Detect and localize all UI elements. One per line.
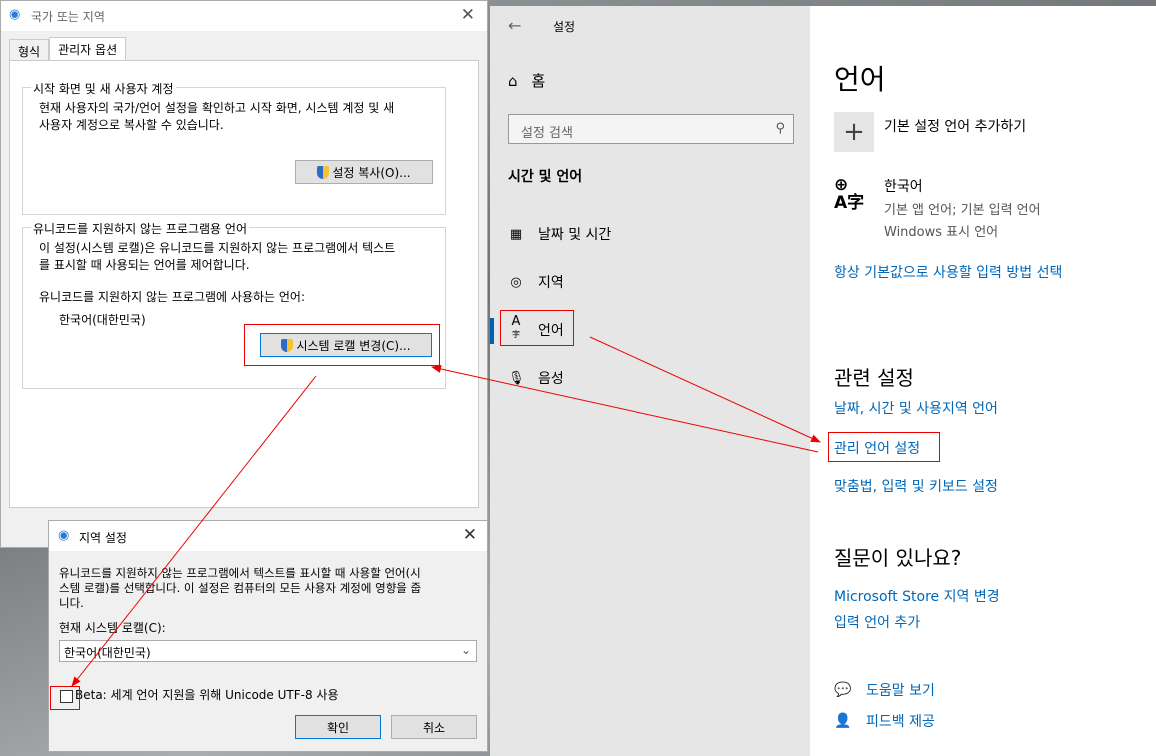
unicode-group-title: 유니코드를 지원하지 않는 프로그램용 언어 — [31, 220, 249, 237]
search-icon: ⚲ — [775, 121, 785, 136]
nav-item-speech[interactable]: 🎙 음성 — [508, 366, 564, 390]
close-icon[interactable]: ✕ — [461, 5, 475, 25]
nav-item-label: 날짜 및 시간 — [538, 227, 612, 243]
current-language-label: 유니코드를 지원하지 않는 프로그램에 사용하는 언어: — [39, 290, 305, 304]
welcome-text: 현재 사용자의 국가/언어 설정을 확인하고 시작 화면, 시스템 계정 및 새 — [39, 101, 395, 115]
annotation-box-admin-language — [828, 432, 940, 462]
annotation-box-beta-checkbox — [50, 686, 80, 710]
get-help-link[interactable]: 💬 도움말 보기 — [834, 680, 935, 700]
feedback-link[interactable]: 👤 피드백 제공 — [834, 711, 935, 731]
region-dialog-title: 국가 또는 지역 — [31, 10, 105, 24]
unicode-text: 이 설정(시스템 로캘)은 유니코드를 지원하지 않는 프로그램에서 텍스트 — [39, 241, 396, 255]
current-locale-value: 한국어(대한민국) — [64, 646, 151, 660]
close-icon[interactable]: ✕ — [463, 525, 477, 545]
nav-home-label: 홈 — [531, 72, 546, 90]
globe-icon: ◉ — [58, 528, 70, 543]
help-icon: 💬 — [834, 682, 852, 698]
current-language-value: 한국어(대한민국) — [59, 313, 146, 327]
related-settings-heading: 관련 설정 — [834, 366, 914, 390]
globe-icon: ◉ — [9, 7, 21, 22]
home-icon: ⌂ — [508, 71, 518, 90]
search-placeholder: 설정 검색 — [521, 126, 573, 141]
welcome-group-title: 시작 화면 및 새 사용자 계정 — [31, 80, 176, 97]
question-heading: 질문이 있나요? — [834, 546, 962, 570]
cancel-button[interactable]: 취소 — [391, 715, 477, 739]
nav-selection-indicator — [490, 318, 494, 344]
chevron-down-icon: ⌄ — [460, 643, 471, 657]
add-input-language-link[interactable]: 입력 언어 추가 — [834, 612, 920, 632]
beta-utf8-label: Beta: 세계 언어 지원을 위해 Unicode UTF-8 사용 — [75, 688, 339, 702]
region-dialog-titlebar: ◉ 국가 또는 지역 ✕ — [1, 1, 487, 31]
welcome-group: 시작 화면 및 새 사용자 계정 현재 사용자의 국가/언어 설정을 확인하고 … — [22, 80, 446, 215]
uac-shield-icon — [317, 165, 330, 179]
nav-item-label: 음성 — [538, 371, 564, 387]
input-method-link[interactable]: 항상 기본값으로 사용할 입력 방법 선택 — [834, 262, 1062, 282]
settings-search-box[interactable]: 설정 검색 ⚲ — [508, 114, 794, 144]
language-detail: Windows 표시 언어 — [884, 225, 999, 240]
add-language-button[interactable]: + 기본 설정 언어 추가하기 — [834, 112, 1026, 152]
language-name: 한국어 — [884, 179, 923, 195]
globe-icon: ◎ — [510, 274, 522, 290]
feedback-label: 피드백 제공 — [866, 714, 935, 730]
current-locale-label: 현재 시스템 로캘(C): — [59, 621, 166, 635]
settings-nav-pane: ← 설정 ⌂ 홈 설정 검색 ⚲ 시간 및 언어 ▦ 날짜 및 시간 ◎ 지역 … — [490, 6, 810, 756]
region-dialog: ◉ 국가 또는 지역 ✕ 형식 관리자 옵션 시작 화면 및 새 사용자 계정 … — [0, 0, 488, 548]
calendar-clock-icon: ▦ — [509, 226, 523, 242]
annotation-box-change-locale — [244, 324, 440, 366]
language-detail: 기본 앱 언어; 기본 입력 언어 — [884, 203, 1041, 218]
copy-settings-label: 설정 복사(O)... — [332, 165, 411, 180]
plus-icon: + — [834, 112, 874, 152]
back-arrow-icon[interactable]: ← — [508, 16, 521, 35]
copy-settings-button[interactable]: 설정 복사(O)... — [295, 160, 433, 184]
feedback-icon: 👤 — [834, 713, 852, 729]
settings-window: ← 설정 ⌂ 홈 설정 검색 ⚲ 시간 및 언어 ▦ 날짜 및 시간 ◎ 지역 … — [490, 6, 1156, 756]
add-language-label: 기본 설정 언어 추가하기 — [884, 119, 1027, 135]
locale-description: 스템 로캘)를 선택합니다. 이 설정은 컴퓨터의 모든 사용자 계정에 영향을… — [59, 581, 422, 595]
language-icon: ⊕ A字 — [834, 175, 865, 213]
page-title: 언어 — [834, 63, 886, 96]
nav-item-region[interactable]: ◎ 지역 — [508, 270, 564, 294]
locale-dialog: ◉ 지역 설정 ✕ 유니코드를 지원하지 않는 프로그램에서 텍스트를 표시할 … — [48, 520, 488, 752]
nav-item-label: 지역 — [538, 275, 564, 291]
annotation-box-language-nav — [500, 310, 574, 346]
related-link-date-region[interactable]: 날짜, 시간 및 사용지역 언어 — [834, 398, 998, 418]
store-region-link[interactable]: Microsoft Store 지역 변경 — [834, 586, 1000, 606]
window-title: 설정 — [553, 20, 576, 34]
nav-item-date-time[interactable]: ▦ 날짜 및 시간 — [508, 222, 611, 246]
nav-category-title: 시간 및 언어 — [508, 169, 583, 185]
get-help-label: 도움말 보기 — [866, 683, 935, 699]
current-locale-select[interactable]: 한국어(대한민국) ⌄ — [59, 640, 477, 662]
welcome-text: 사용자 계정으로 복사할 수 있습니다. — [39, 118, 224, 132]
locale-dialog-titlebar: ◉ 지역 설정 ✕ — [49, 521, 487, 551]
locale-dialog-title: 지역 설정 — [79, 531, 127, 545]
microphone-icon: 🎙 — [508, 370, 525, 386]
unicode-text: 를 표시할 때 사용되는 언어를 제어합니다. — [39, 258, 250, 272]
related-link-spelling-keyboard[interactable]: 맞춤법, 입력 및 키보드 설정 — [834, 476, 998, 496]
ok-button[interactable]: 확인 — [295, 715, 381, 739]
locale-description: 니다. — [59, 596, 84, 610]
nav-home[interactable]: ⌂ 홈 — [508, 70, 545, 91]
admin-tab-panel: 시작 화면 및 새 사용자 계정 현재 사용자의 국가/언어 설정을 확인하고 … — [9, 60, 479, 508]
settings-content-pane: 언어 + 기본 설정 언어 추가하기 ⊕ A字 한국어 기본 앱 언어; 기본 입… — [810, 6, 1156, 756]
language-list-item[interactable]: ⊕ A字 한국어 기본 앱 언어; 기본 입력 언어 Windows 표시 언어 — [834, 176, 1041, 240]
